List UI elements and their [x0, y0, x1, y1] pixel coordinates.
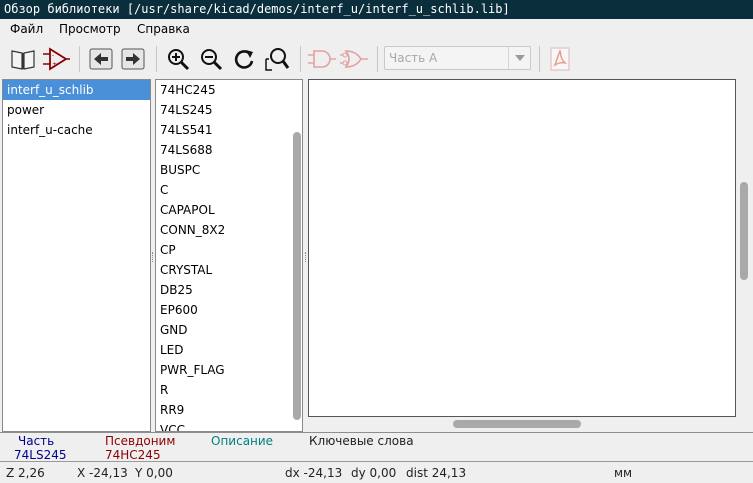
part-label: Часть — [18, 434, 55, 448]
canvas-horizontal-scrollbar[interactable] — [453, 420, 581, 428]
window-title: Обзор библиотеки [/usr/share/kicad/demos… — [0, 0, 753, 19]
toolbar-separator — [156, 46, 157, 72]
demorgan-convert-icon — [339, 44, 369, 74]
component-item[interactable]: DB25 — [156, 280, 302, 300]
description-label: Описание — [211, 434, 274, 448]
library-browser-icon[interactable] — [8, 44, 38, 74]
component-item[interactable]: R — [156, 380, 302, 400]
component-item[interactable]: 74LS245 — [156, 100, 302, 120]
status-zoom: Z 2,26 — [6, 466, 45, 480]
zoom-in-icon[interactable] — [163, 44, 193, 74]
menu-help[interactable]: Справка — [137, 21, 190, 37]
component-item[interactable]: C — [156, 180, 302, 200]
component-item[interactable]: 74HC245 — [156, 80, 302, 100]
library-item[interactable]: power — [3, 100, 150, 120]
toolbar: - + Часть А — [0, 39, 753, 79]
pdf-datasheet-icon — [545, 44, 575, 74]
status-y: Y 0,00 — [135, 466, 173, 480]
menu-file[interactable]: Файл — [10, 21, 43, 37]
redraw-icon[interactable] — [229, 44, 259, 74]
alias-label: Псевдоним — [105, 434, 176, 448]
component-item[interactable]: GND — [156, 320, 302, 340]
toolbar-separator — [377, 46, 378, 72]
status-units: мм — [614, 466, 633, 480]
alias-value: 74HC245 — [105, 448, 161, 462]
part-select[interactable]: Часть А — [384, 46, 531, 70]
status-dx: dx -24,13 — [285, 466, 343, 480]
status-dy: dy 0,00 — [351, 466, 397, 480]
component-item[interactable]: VCC — [156, 420, 302, 431]
toolbar-separator — [539, 46, 540, 72]
splitter-handle[interactable] — [152, 252, 154, 262]
library-item[interactable]: interf_u-cache — [3, 120, 150, 140]
part-select-value: Часть А — [389, 51, 438, 65]
zoom-fit-icon[interactable] — [262, 44, 292, 74]
status-bar: Z 2,26 X -24,13 Y 0,00 dx -24,13 dy 0,00… — [0, 463, 753, 483]
component-item[interactable]: EP600 — [156, 300, 302, 320]
component-item[interactable]: 74LS541 — [156, 120, 302, 140]
zoom-out-icon[interactable] — [196, 44, 226, 74]
part-value: 74LS245 — [14, 448, 67, 462]
svg-text:+: + — [52, 61, 57, 68]
toolbar-separator — [300, 46, 301, 72]
component-item[interactable]: RR9 — [156, 400, 302, 420]
status-x: X -24,13 — [77, 466, 128, 480]
component-item[interactable]: LED — [156, 340, 302, 360]
svg-text:-: - — [52, 52, 54, 59]
component-list[interactable]: 74HC245 74LS245 74LS541 74LS688 BUSPC C … — [155, 79, 303, 432]
component-item[interactable]: BUSPC — [156, 160, 302, 180]
component-list-scrollbar[interactable] — [293, 132, 301, 420]
library-item[interactable]: interf_u_schlib — [3, 80, 150, 100]
component-item[interactable]: CAPAPOL — [156, 200, 302, 220]
component-item[interactable]: CONN_8X2 — [156, 220, 302, 240]
chevron-down-icon — [508, 47, 530, 69]
toolbar-separator — [79, 46, 80, 72]
keywords-label: Ключевые слова — [309, 434, 414, 448]
demorgan-normal-icon — [307, 44, 337, 74]
menu-view[interactable]: Просмотр — [59, 21, 121, 37]
component-items: 74HC245 74LS245 74LS541 74LS688 BUSPC C … — [156, 80, 302, 431]
message-panel: Часть 74LS245 Псевдоним 74HC245 Описание… — [0, 432, 753, 462]
component-item[interactable]: PWR_FLAG — [156, 360, 302, 380]
component-item[interactable]: 74LS688 — [156, 140, 302, 160]
component-item[interactable]: CRYSTAL — [156, 260, 302, 280]
library-list[interactable]: interf_u_schlib power interf_u-cache — [2, 79, 151, 432]
splitter-handle[interactable] — [305, 252, 307, 262]
next-icon[interactable] — [118, 44, 148, 74]
menubar: Файл Просмотр Справка — [0, 19, 753, 39]
status-dist: dist 24,13 — [406, 466, 467, 480]
symbol-preview-canvas[interactable] — [308, 79, 736, 417]
component-item[interactable]: CP — [156, 240, 302, 260]
previous-icon[interactable] — [86, 44, 116, 74]
component-icon[interactable]: - + — [41, 44, 71, 74]
canvas-vertical-scrollbar[interactable] — [740, 182, 748, 280]
